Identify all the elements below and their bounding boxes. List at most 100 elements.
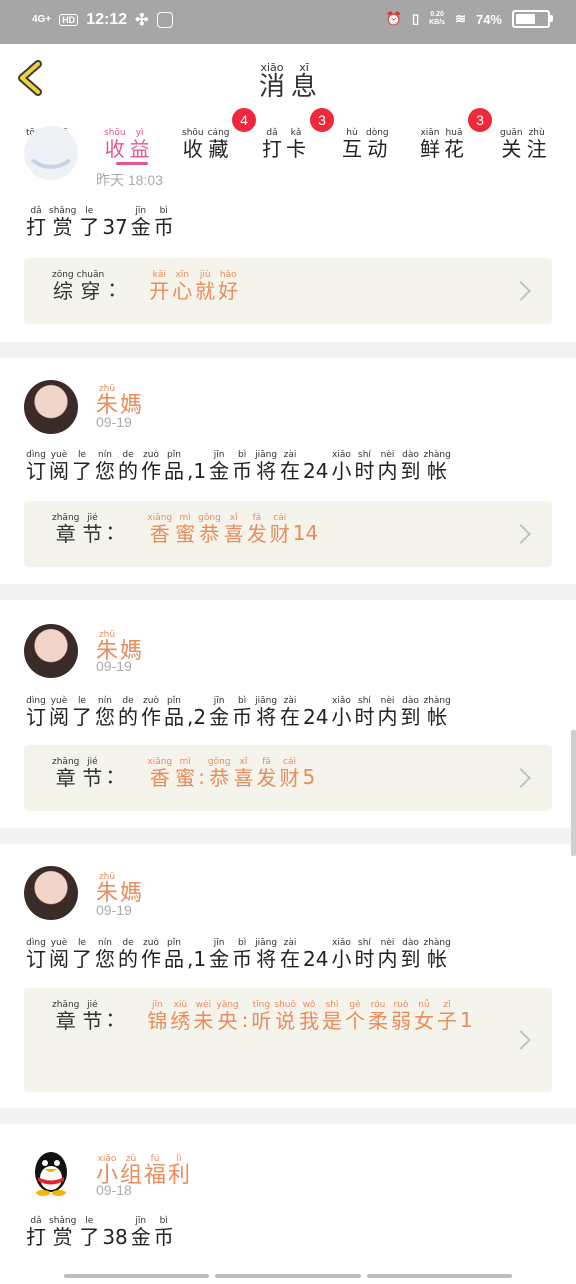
tab-2[interactable]: shōu 收 cáng 藏 <box>182 120 230 160</box>
feed-item[interactable]: 昨天 18:03 dǎ 打 shǎng 赏 le 了 37 jīn 金 bì 币 zōng 综 chuān 穿… <box>0 126 576 342</box>
message-char: bì 币 <box>232 696 252 728</box>
hanzi: 帐 <box>427 705 448 729</box>
hanzi: 蜜 <box>175 766 196 790</box>
message-char: bì 币 <box>232 938 252 970</box>
scrollbar[interactable] <box>571 730 576 856</box>
message-char: le 了 <box>79 206 99 238</box>
hanzi: 赏 <box>52 1225 73 1249</box>
username[interactable]: zhū 朱 媽 <box>96 864 142 906</box>
tab-bar: tōng通zhī知shōu收yì益shōu收cáng藏4dǎ打kǎ卡3hù互dò… <box>0 108 576 164</box>
hanzi: 币 <box>232 947 253 971</box>
message-char: shǎng 赏 <box>49 1216 76 1248</box>
message-char: xiǎo 小 <box>331 696 351 728</box>
tab-5[interactable]: xiān 鲜 huā 花 <box>420 120 464 160</box>
message-char: dǎ 打 <box>26 1216 46 1248</box>
feed-item[interactable]: zhū 朱 媽 09-19 dìng 订 yuè 阅 le 了 nín 您 de 的 zuò 作 pǐn 品 ,2… <box>0 600 576 828</box>
tab-4[interactable]: hù 互 dòng 动 <box>342 120 389 160</box>
hanzi: 金 <box>130 1225 151 1249</box>
quoted-work-card[interactable]: zhāng 章 jié 节： xiāng 香 mì 蜜 gōng 恭 xǐ 喜 fā 发 cái 财 14 <box>24 501 552 567</box>
message-char: dào 到 <box>400 938 420 970</box>
hanzi: 柔 <box>368 1009 388 1033</box>
hanzi: 订 <box>26 705 46 729</box>
quote-char: hǎo 好 <box>218 270 238 302</box>
message-char: nín 您 <box>95 938 115 970</box>
quote-char: jǐn 锦 <box>147 1000 167 1032</box>
hanzi: 将 <box>256 705 277 729</box>
message-text: 38 <box>102 1225 128 1249</box>
message-char: pǐn 品 <box>164 450 184 482</box>
hanzi: 到 <box>400 947 421 971</box>
quote-char: shì 是 <box>322 1000 342 1032</box>
quote-text: : <box>241 1008 249 1032</box>
hanzi: 花 <box>444 137 464 161</box>
avatar[interactable] <box>24 380 78 434</box>
quoted-work-card[interactable]: zhāng 章 jié 节： jǐn 锦 xiù 绣 wèi 未 yāng 央: tīng 听 shuō 说 w… <box>24 988 552 1092</box>
message-char: le 了 <box>72 938 92 970</box>
hanzi: 章 <box>55 1009 76 1033</box>
message-char: bì 币 <box>154 1216 174 1248</box>
hanzi: 发 <box>256 766 277 790</box>
message-char: zuò 作 <box>141 938 161 970</box>
hanzi: 作 <box>141 705 161 729</box>
hanzi: 金 <box>209 947 230 971</box>
hanzi: 小 <box>331 947 352 971</box>
quote-char: xiāng 香 <box>147 757 172 789</box>
message-char: dìng 订 <box>26 696 46 728</box>
hanzi: 阅 <box>49 459 69 483</box>
avatar[interactable] <box>24 624 78 678</box>
message-char: jiāng 将 <box>255 696 277 728</box>
tab-label-char: hù 互 <box>342 128 362 160</box>
message-char: dìng 订 <box>26 450 46 482</box>
hanzi: 恭 <box>209 766 230 790</box>
quote-char: xiāng 香 <box>147 513 172 545</box>
feed-item[interactable]: zhū 朱 媽 09-19 dìng 订 yuè 阅 le 了 nín 您 de 的 zuò 作 pǐn 品 ,1… <box>0 844 576 1108</box>
tab-1[interactable]: shōu 收 yì 益 <box>104 120 150 160</box>
hanzi: 财 <box>279 766 300 790</box>
username-char: lì 利 <box>168 1154 190 1188</box>
quote-label-char: zhāng 章 <box>52 757 79 789</box>
quote-label-text: ： <box>105 764 126 788</box>
hanzi: 阅 <box>49 947 69 971</box>
battery-percent: 74% <box>475 11 502 27</box>
hanzi: 币 <box>153 1225 174 1249</box>
qq-penguin-avatar[interactable] <box>24 1144 78 1198</box>
tab-label: shōu 收 yì 益 <box>104 128 150 160</box>
message-char: nèi 内 <box>377 938 397 970</box>
wifi-icon: ≋ <box>455 11 466 26</box>
hanzi: 币 <box>232 459 253 483</box>
chevron-right-icon <box>511 768 531 788</box>
feed-item[interactable]: zhū 朱 媽 09-19 dìng 订 yuè 阅 le 了 nín 您 de 的 zuò 作 pǐn 品 ,1… <box>0 358 576 584</box>
title-char: xī 息 <box>291 62 317 102</box>
tab-6[interactable]: guān 关 zhù 注 <box>500 120 547 160</box>
quoted-work-card[interactable]: zhāng 章 jié 节： xiāng 香 mì 蜜: gōng 恭 xǐ 喜 fā 发 cái 财 5 <box>24 745 552 811</box>
quoted-work-card[interactable]: zōng 综 chuān 穿： kāi 开 xīn 心 jiù 就 hǎo 好 <box>24 258 552 324</box>
timestamp: 09-19 <box>96 414 132 430</box>
quote-char: xīn 心 <box>172 270 192 302</box>
section-divider <box>0 828 576 844</box>
hanzi: 了 <box>72 459 92 483</box>
username[interactable]: zhū 朱 媽 <box>96 376 142 418</box>
net-speed-unit: KB/s <box>429 19 446 26</box>
message-char: zhàng 帐 <box>423 450 450 482</box>
hanzi: 是 <box>322 1009 342 1033</box>
feed-item[interactable]: xiǎo 小 zǔ 组 fú 福 lì 利 09-18 dǎ 打 shǎng 赏 le 了 38 jīn 金 bì 币 <box>0 1124 576 1284</box>
hanzi: 收 <box>104 137 125 161</box>
hanzi: 内 <box>377 705 398 729</box>
hanzi: 的 <box>118 459 138 483</box>
quote-char: gōng 恭 <box>208 757 231 789</box>
quote-label-char: zhāng 章 <box>52 1000 79 1032</box>
quote-label-char: jié 节 <box>82 757 102 789</box>
avatar[interactable] <box>24 126 78 180</box>
avatar[interactable] <box>24 866 78 920</box>
quote-char: zǐ 子 <box>437 1000 457 1032</box>
message-char: pǐn 品 <box>164 696 184 728</box>
quote-label-text: ： <box>107 277 128 301</box>
message-char: de 的 <box>118 450 138 482</box>
hanzi: 订 <box>26 459 46 483</box>
hanzi: 节 <box>82 766 103 790</box>
chevron-right-icon <box>511 281 531 301</box>
tab-label-char: kǎ 卡 <box>286 128 306 160</box>
hanzi: 弱 <box>391 1009 411 1033</box>
tab-3[interactable]: dǎ 打 kǎ 卡 <box>262 120 306 160</box>
quote-label-char: zhāng 章 <box>52 513 79 545</box>
